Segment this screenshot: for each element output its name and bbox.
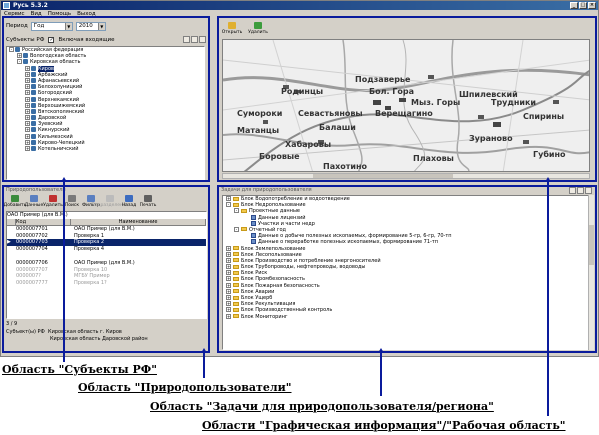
minimize-button[interactable]: _ [570, 2, 578, 9]
title-bar: Русь 5.3.2 _ □ × [1, 1, 598, 10]
caption-subjects: Область "Субъекты РФ" [2, 363, 157, 376]
caption-graphics: Области "Графическая информация"/"Рабоча… [202, 419, 566, 432]
callout-line-users [203, 352, 205, 378]
maximize-button[interactable]: □ [579, 2, 587, 9]
window-title: Русь 5.3.2 [13, 2, 48, 9]
highlight-users-area [2, 185, 210, 353]
callout-line-tasks [380, 352, 382, 396]
callout-line-graphics [547, 182, 549, 416]
caption-tasks: Область "Задачи для природопользователя/… [150, 400, 494, 413]
highlight-graphics-area [217, 16, 597, 182]
callout-arrow-subjects [61, 177, 67, 182]
close-button[interactable]: × [588, 2, 596, 9]
callout-arrow-graphics [545, 177, 551, 182]
app-icon [3, 2, 10, 9]
caption-users: Область "Природопользователи" [78, 381, 292, 394]
highlight-subjects-area [2, 16, 210, 182]
callout-line-subjects [63, 182, 65, 362]
window-buttons: _ □ × [570, 2, 596, 9]
callout-arrow-tasks [378, 348, 384, 353]
highlight-tasks-area [217, 185, 597, 353]
callout-arrow-users [201, 348, 207, 353]
